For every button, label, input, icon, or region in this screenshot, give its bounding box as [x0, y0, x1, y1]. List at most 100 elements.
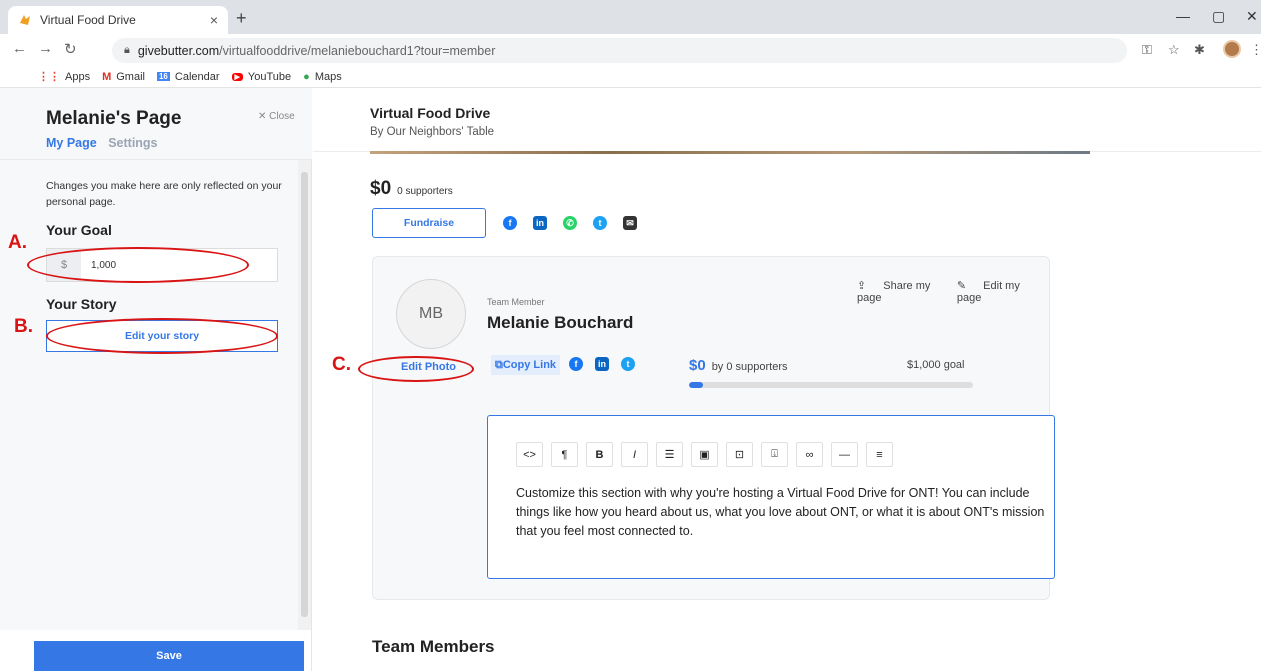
annotation-c: C. — [332, 354, 351, 375]
list-icon: ☰ — [664, 449, 675, 461]
bookmark-apps[interactable]: ⋮⋮ Apps — [38, 70, 91, 84]
linkedin-icon[interactable]: in — [595, 357, 609, 371]
bookmark-label: Gmail — [116, 70, 145, 83]
tab-close-icon[interactable]: × — [210, 12, 218, 28]
tab-title: Virtual Food Drive — [40, 13, 136, 27]
video-icon: ⊡ — [734, 449, 745, 461]
address-bar[interactable]: 🔒︎ givebutter.com/virtualfooddrive/melan… — [112, 38, 1127, 63]
browser-tab-bar: Virtual Food Drive × + — ▢ ✕ — [0, 0, 1261, 34]
email-icon[interactable]: ✉ — [623, 216, 637, 230]
annotation-ring-c — [358, 356, 474, 382]
bold-button[interactable]: B — [586, 442, 613, 467]
bookmark-label: Apps — [65, 70, 91, 83]
facebook-icon[interactable]: f — [569, 357, 583, 371]
avatar: MB — [396, 279, 466, 349]
annotation-ring-a — [27, 247, 249, 283]
edit-my-page-button[interactable]: ✎ Edit my page — [957, 279, 1035, 304]
copy-link-button[interactable]: ⧉ Copy Link — [491, 355, 561, 375]
close-icon: ✕ — [258, 111, 267, 122]
goal-progress-bar — [689, 382, 973, 388]
embed-icon: ⍗ — [771, 448, 778, 460]
whatsapp-icon[interactable]: ✆ — [563, 216, 577, 230]
bookmark-calendar[interactable]: 16 Calendar — [156, 70, 220, 83]
lock-icon: 🔒︎ — [124, 44, 130, 56]
key-icon[interactable]: ⚿ — [1142, 42, 1152, 58]
share-buttons: f in ✆ t ✉ — [503, 216, 653, 230]
member-card: MB Edit Photo Team Member Melanie Boucha… — [372, 256, 1055, 600]
goal-label: Your Goal — [46, 222, 112, 238]
bookmark-label: Calendar — [174, 70, 220, 83]
team-members-heading: Team Members — [372, 637, 495, 656]
raised-amount: $0 — [370, 178, 392, 199]
bookmarks-bar: ⋮⋮ Apps M Gmail 16 Calendar ▶ YouTube ● … — [0, 66, 1261, 88]
supporters-count: 0 supporters — [397, 186, 453, 197]
tab-settings[interactable]: Settings — [108, 136, 157, 150]
twitter-icon[interactable]: t — [593, 216, 607, 230]
new-tab-button[interactable]: + — [236, 8, 247, 29]
story-editor[interactable]: <> ¶ B I ☰ ▣ ⊡ ⍗ ∞ — ≡ Customize this se… — [487, 415, 1055, 579]
member-goal: $1,000 goal — [907, 359, 965, 371]
bookmark-label: YouTube — [247, 70, 292, 83]
annotation-b: B. — [14, 316, 33, 337]
back-icon[interactable]: ← — [12, 40, 27, 57]
star-icon[interactable]: ☆ — [1168, 42, 1180, 58]
progress-fill — [689, 382, 704, 388]
cover-image-edge — [370, 151, 1090, 154]
italic-button[interactable]: I — [621, 442, 648, 467]
edit-icon: ✎ — [956, 280, 970, 292]
campaign-title: Virtual Food Drive — [370, 105, 491, 121]
maximize-icon[interactable]: ▢ — [1212, 8, 1225, 25]
video-button[interactable]: ⊡ — [726, 442, 753, 467]
link-icon: ∞ — [805, 448, 814, 461]
embed-button[interactable]: ⍗ — [761, 442, 788, 467]
story-text[interactable]: Customize this section with why you're h… — [516, 484, 1046, 541]
profile-avatar[interactable] — [1223, 40, 1241, 58]
main-content: Virtual Food Drive By Our Neighbors' Tab… — [313, 88, 1261, 671]
extensions-icon[interactable]: ✱ — [1194, 42, 1205, 58]
browser-tab[interactable]: Virtual Food Drive × — [8, 6, 228, 34]
apps-grid-icon: ⋮⋮ — [38, 71, 60, 83]
fundraise-button[interactable]: Fundraise — [372, 208, 486, 238]
card-actions: ⇪ Share my page ✎ Edit my page — [857, 279, 1049, 304]
member-role: Team Member — [487, 297, 545, 307]
gmail-icon: M — [102, 70, 112, 83]
reload-icon[interactable]: ↻ — [64, 40, 77, 58]
divider-button[interactable]: — — [831, 442, 858, 467]
youtube-icon: ▶ — [231, 72, 243, 81]
share-my-page-button[interactable]: ⇪ Share my page — [857, 279, 943, 304]
save-button[interactable]: Save — [34, 641, 304, 671]
link-button[interactable]: ∞ — [796, 442, 823, 467]
sidebar-body: Changes you make here are only reflected… — [0, 160, 298, 630]
member-raised: $0 by 0 supporters — [689, 357, 788, 374]
campaign-org[interactable]: By Our Neighbors' Table — [370, 126, 494, 138]
minimize-icon[interactable]: — — [1176, 8, 1190, 24]
tab-my-page[interactable]: My Page — [46, 136, 97, 150]
page-editor-sidebar: Melanie's Page ✕ Close My Page Settings … — [0, 88, 312, 671]
forward-icon[interactable]: → — [38, 40, 53, 57]
givebutter-favicon-icon — [18, 13, 32, 27]
list-button[interactable]: ☰ — [656, 442, 683, 467]
sidebar-close-button[interactable]: ✕ Close — [258, 111, 295, 122]
twitter-icon[interactable]: t — [621, 357, 635, 371]
url-host: givebutter.com — [137, 43, 220, 58]
member-raised-amount: $0 — [689, 357, 706, 374]
sidebar-scrollbar[interactable] — [298, 160, 311, 630]
menu-icon[interactable]: ⋮ — [1250, 42, 1261, 58]
facebook-icon[interactable]: f — [503, 216, 517, 230]
bookmark-label: Maps — [314, 70, 342, 83]
campaign-header: Virtual Food Drive By Our Neighbors' Tab… — [313, 88, 1261, 152]
image-button[interactable]: ▣ — [691, 442, 718, 467]
story-label: Your Story — [46, 296, 117, 312]
annotation-ring-b — [46, 318, 278, 354]
bookmark-gmail[interactable]: M Gmail — [102, 71, 145, 83]
align-button[interactable]: ≡ — [866, 442, 893, 467]
bookmark-maps[interactable]: ● Maps — [303, 71, 342, 83]
linkedin-icon[interactable]: in — [533, 216, 547, 230]
window-close-icon[interactable]: ✕ — [1246, 8, 1258, 25]
copy-link-label: Copy Link — [502, 359, 557, 371]
paragraph-button[interactable]: ¶ — [551, 442, 578, 467]
code-button[interactable]: <> — [516, 442, 543, 467]
share-icon: ⇪ — [857, 280, 870, 292]
bookmark-youtube[interactable]: ▶ YouTube — [231, 70, 292, 83]
scrollbar-thumb[interactable] — [301, 172, 308, 617]
